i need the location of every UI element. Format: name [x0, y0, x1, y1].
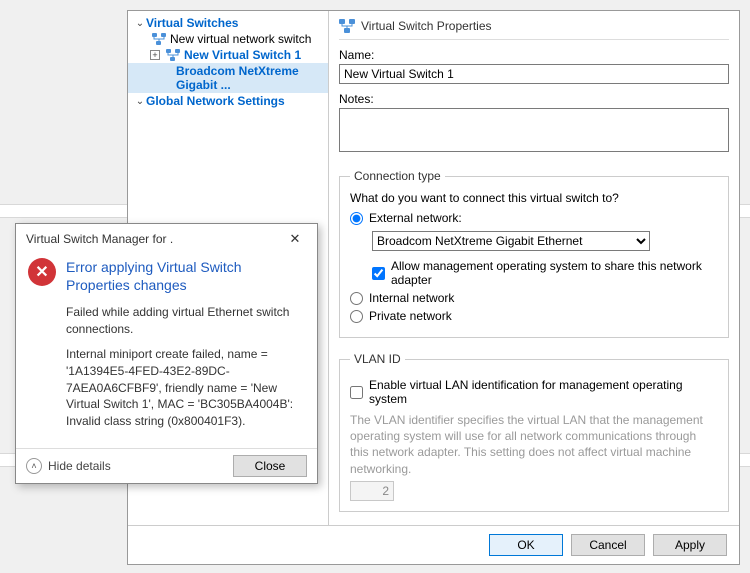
chevron-down-icon: ⌄ [134, 96, 146, 107]
checkbox-vlan-enable-label: Enable virtual LAN identification for ma… [369, 378, 718, 406]
chevron-down-icon: ⌄ [134, 18, 146, 29]
error-heading: Error applying Virtual Switch Properties… [66, 258, 305, 294]
tree-item-new-switch[interactable]: New virtual network switch [128, 31, 328, 47]
chevron-up-icon: ˄ [26, 458, 42, 474]
connection-question: What do you want to connect this virtual… [350, 191, 718, 205]
name-input[interactable] [339, 64, 729, 84]
checkbox-allow-mgmt-label: Allow management operating system to sha… [391, 259, 718, 287]
panel-header: Virtual Switch Properties [339, 17, 729, 40]
tree-header-global[interactable]: ⌄ Global Network Settings [128, 93, 328, 109]
error-dialog: Virtual Switch Manager for . ✕ ✕ Error a… [15, 223, 318, 484]
radio-private[interactable] [350, 310, 363, 323]
cancel-button[interactable]: Cancel [571, 534, 645, 556]
apply-button[interactable]: Apply [653, 534, 727, 556]
name-label: Name: [339, 48, 729, 62]
hide-details-toggle[interactable]: ˄ Hide details [26, 458, 111, 474]
properties-pane: Virtual Switch Properties Name: Notes: C… [329, 11, 739, 525]
vlan-legend: VLAN ID [350, 352, 405, 366]
vlan-group: VLAN ID Enable virtual LAN identificatio… [339, 352, 729, 512]
connection-type-group: Connection type What do you want to conn… [339, 169, 729, 338]
close-icon[interactable]: ✕ [281, 230, 309, 248]
checkbox-allow-mgmt[interactable] [372, 267, 385, 280]
radio-internal-label: Internal network [369, 291, 454, 305]
tree-header-virtual-switches[interactable]: ⌄ Virtual Switches [128, 15, 328, 31]
notes-textarea[interactable] [339, 108, 729, 152]
error-message-2: Internal miniport create failed, name = … [66, 346, 305, 430]
tree-label: Global Network Settings [146, 94, 285, 108]
network-icon [339, 19, 355, 33]
dialog-title: Virtual Switch Manager for . [26, 232, 173, 246]
radio-internal[interactable] [350, 292, 363, 305]
tree-label: New virtual network switch [170, 32, 311, 46]
dialog-footer: OK Cancel Apply [128, 525, 739, 564]
error-icon: ✕ [28, 258, 56, 286]
ok-button[interactable]: OK [489, 534, 563, 556]
radio-external[interactable] [350, 212, 363, 225]
tree-label: Virtual Switches [146, 16, 238, 30]
hide-details-label: Hide details [48, 459, 111, 473]
notes-label: Notes: [339, 92, 729, 106]
connection-type-legend: Connection type [350, 169, 445, 183]
tree-label: New Virtual Switch 1 [184, 48, 301, 62]
panel-title: Virtual Switch Properties [361, 19, 492, 33]
close-button[interactable]: Close [233, 455, 307, 477]
error-message-1: Failed while adding virtual Ethernet swi… [66, 304, 305, 338]
vlan-id-input [350, 481, 394, 501]
adapter-select[interactable]: Broadcom NetXtreme Gigabit Ethernet [372, 231, 650, 251]
tree-item-switch1[interactable]: + New Virtual Switch 1 [128, 47, 328, 63]
expand-icon[interactable]: + [150, 50, 160, 60]
radio-private-label: Private network [369, 309, 452, 323]
network-icon [152, 33, 166, 45]
checkbox-vlan-enable[interactable] [350, 386, 363, 399]
network-icon [166, 49, 180, 61]
tree-item-switch1-adapter[interactable]: Broadcom NetXtreme Gigabit ... [128, 63, 328, 93]
tree-label: Broadcom NetXtreme Gigabit ... [176, 64, 328, 92]
vlan-hint: The VLAN identifier specifies the virtua… [350, 412, 718, 477]
radio-external-label: External network: [369, 211, 462, 225]
